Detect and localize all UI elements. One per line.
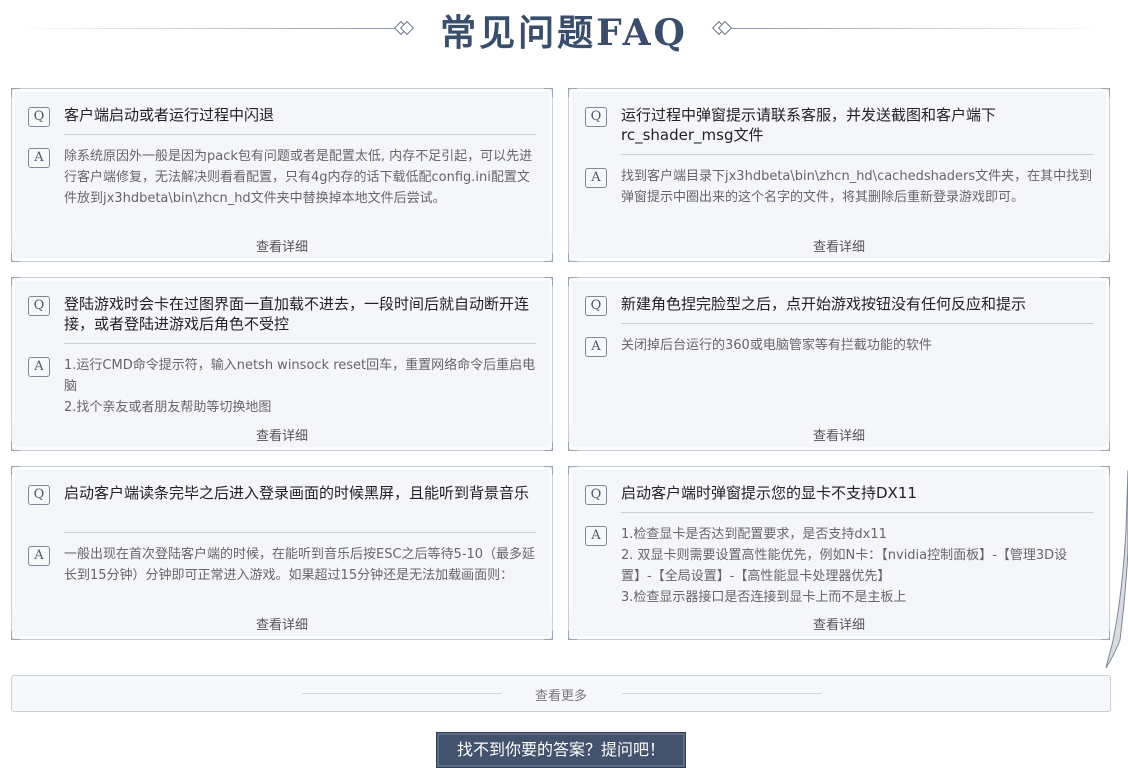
faq-answer: 1.检查显卡是否达到配置要求，是否支持dx11 2. 双显卡则需要设置高性能优先… — [621, 527, 1068, 605]
answer-icon: A — [585, 337, 607, 357]
answer-icon: A — [28, 148, 50, 168]
answer-icon: A — [28, 546, 50, 566]
faq-question: 启动客户端时弹窗提示您的显卡不支持DX11 — [621, 484, 917, 502]
divider — [64, 343, 536, 344]
faq-card: Q 客户端启动或者运行过程中闪退 A 除系统原因外一般是因为pack包有问题或者… — [11, 88, 553, 262]
faq-question: 新建角色捏完脸型之后，点开始游戏按钮没有任何反应和提示 — [621, 295, 1027, 313]
faq-question: 运行过程中弹窗提示请联系客服，并发送截图和客户端下rc_shader_msg文件 — [621, 106, 997, 144]
faq-question: 客户端启动或者运行过程中闪退 — [64, 106, 275, 124]
question-icon: Q — [28, 107, 50, 127]
answer-icon: A — [585, 168, 607, 188]
header-line-left — [14, 28, 394, 29]
divider — [621, 323, 1093, 324]
faq-answer: 关闭掉后台运行的360或电脑管家等有拦截功能的软件 — [621, 338, 932, 353]
faq-card: Q 登陆游戏时会卡在过图界面一直加载不进去，一段时间后就自动断开连接，或者登陆进… — [11, 277, 553, 451]
question-icon: Q — [585, 485, 607, 505]
question-icon: Q — [28, 296, 50, 316]
page-title: 常见问题FAQ — [440, 12, 688, 54]
faq-card: Q 启动客户端读条完毕之后进入登录画面的时候黑屏，且能听到背景音乐 A 一般出现… — [11, 466, 553, 640]
view-detail-link[interactable]: 查看详细 — [12, 232, 552, 255]
faq-question: 启动客户端读条完毕之后进入登录画面的时候黑屏，且能听到背景音乐 — [64, 484, 530, 502]
header-line-right — [730, 28, 1110, 29]
view-detail-link[interactable]: 查看详细 — [569, 610, 1109, 633]
faq-answer: 一般出现在首次登陆客户端的时候，在能听到音乐后按ESC之后等待5-10（最多延长… — [64, 547, 536, 583]
faq-answer: 找到客户端目录下jx3hdbeta\bin\zhcn_hd\cachedshad… — [621, 169, 1093, 205]
faq-card: Q 新建角色捏完脸型之后，点开始游戏按钮没有任何反应和提示 A 关闭掉后台运行的… — [568, 277, 1110, 451]
faq-card: Q 运行过程中弹窗提示请联系客服，并发送截图和客户端下rc_shader_msg… — [568, 88, 1110, 262]
view-more-label: 查看更多 — [534, 689, 587, 704]
question-icon: Q — [28, 485, 50, 505]
faq-answer: 除系统原因外一般是因为pack包有问题或者是配置太低, 内存不足引起，可以先进行… — [64, 149, 533, 206]
divider — [621, 512, 1093, 513]
divider — [64, 134, 536, 135]
divider — [621, 154, 1093, 155]
view-detail-link[interactable]: 查看详细 — [12, 421, 552, 444]
brush-stroke-decoration — [1105, 470, 1128, 669]
view-detail-link[interactable]: 查看详细 — [12, 610, 552, 633]
question-icon: Q — [585, 296, 607, 316]
question-icon: Q — [585, 107, 607, 127]
view-detail-link[interactable]: 查看详细 — [569, 232, 1109, 255]
ask-question-button[interactable]: 找不到你要的答案？提问吧！ — [436, 732, 686, 768]
faq-header: 常见问题FAQ — [0, 0, 1128, 60]
view-detail-link[interactable]: 查看详细 — [569, 421, 1109, 444]
divider — [64, 532, 536, 533]
faq-question: 登陆游戏时会卡在过图界面一直加载不进去，一段时间后就自动断开连接，或者登陆进游戏… — [64, 295, 530, 333]
answer-icon: A — [585, 526, 607, 546]
faq-answer: 1.运行CMD命令提示符，输入netsh winsock reset回车，重置网… — [64, 358, 536, 415]
view-more-button[interactable]: 查看更多 — [11, 675, 1111, 712]
faq-card: Q 启动客户端时弹窗提示您的显卡不支持DX11 A 1.检查显卡是否达到配置要求… — [568, 466, 1110, 640]
answer-icon: A — [28, 357, 50, 377]
